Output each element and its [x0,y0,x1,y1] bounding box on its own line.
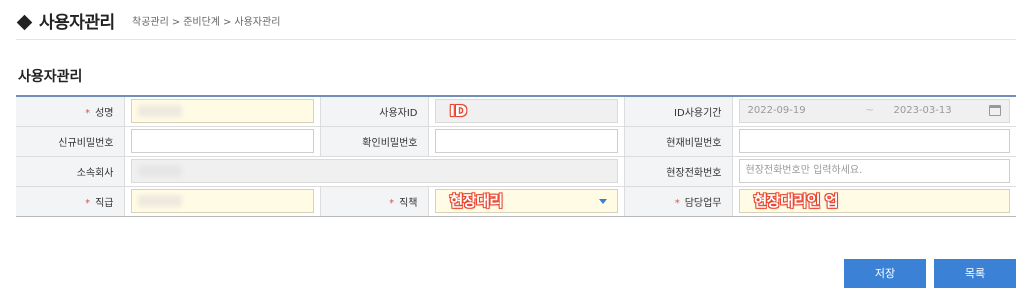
page-title: 사용자관리 [16,8,115,33]
calendar-icon[interactable] [989,105,1001,117]
position-label: * 직책 [319,186,429,217]
form-row: * 성명 사용자ID ID ID사용기간 2022-09-19 ~ 2023-03… [16,96,1016,127]
redacted-value [137,165,182,177]
user-id-input: ID [434,99,618,124]
current-password-input[interactable] [738,129,1010,153]
redacted-value [137,195,182,207]
current-password-label: 현재비밀번호 [623,126,733,157]
required-mark: * [85,107,91,119]
section-title: 사용자관리 [18,69,83,85]
required-mark: * [674,197,680,209]
confirm-password-input[interactable] [434,129,618,153]
user-id-annotation: ID [449,102,468,121]
breadcrumb-separator: > [223,17,232,28]
form-row: 신규비밀번호 확인비밀번호 현재비밀번호 [16,126,1016,157]
id-period-input: 2022-09-19 ~ 2023-03-13 [738,99,1010,124]
name-input[interactable] [130,99,314,124]
diamond-icon [16,14,33,31]
save-button[interactable]: 저장 [844,259,926,288]
company-label: 소속회사 [16,156,125,187]
page-title-text: 사용자관리 [39,13,115,33]
site-phone-input[interactable]: 현장전화번호만 입력하세요. [738,159,1010,183]
required-mark: * [85,197,91,209]
breadcrumb-item[interactable]: 착공관리 [132,17,169,28]
confirm-password-label: 확인비밀번호 [319,126,429,157]
list-button[interactable]: 목록 [934,259,1016,288]
user-form: * 성명 사용자ID ID ID사용기간 2022-09-19 ~ 2023-03… [16,95,1016,217]
position-select[interactable]: 현장대리 [434,189,618,213]
new-password-label: 신규비밀번호 [16,126,125,157]
user-id-label: 사용자ID [319,96,429,127]
name-label: * 성명 [16,96,125,127]
breadcrumb-item-current: 사용자관리 [234,17,281,28]
id-period-separator: ~ [865,105,874,117]
duty-label: * 담당업무 [623,186,733,217]
id-period-label: ID사용기간 [623,96,733,127]
breadcrumb: 착공관리 > 준비단계 > 사용자관리 [132,13,280,28]
breadcrumb-separator: > [171,17,181,28]
rank-input[interactable] [130,189,314,213]
breadcrumb-item[interactable]: 준비단계 [183,17,220,28]
rank-label: * 직급 [16,186,125,217]
id-period-from: 2022-09-19 [747,105,806,117]
page-header: 사용자관리 착공관리 > 준비단계 > 사용자관리 [16,0,1016,40]
form-row: * 직급 * 직책 현장대리 * 담당업무 현장대리인 업 [16,186,1016,217]
duty-annotation: 현장대리인 업 [753,192,839,210]
new-password-input[interactable] [130,129,314,153]
redacted-value [137,105,182,118]
required-mark: * [389,197,395,209]
site-phone-label: 현장전화번호 [623,156,733,187]
duty-input[interactable]: 현장대리인 업 [738,189,1010,213]
caret-down-icon[interactable] [598,199,607,204]
form-row: 소속회사 현장전화번호 현장전화번호만 입력하세요. [16,156,1016,187]
company-input [130,159,618,183]
position-selected-value: 현장대리 [449,192,504,210]
id-period-to: 2023-03-13 [893,105,952,117]
